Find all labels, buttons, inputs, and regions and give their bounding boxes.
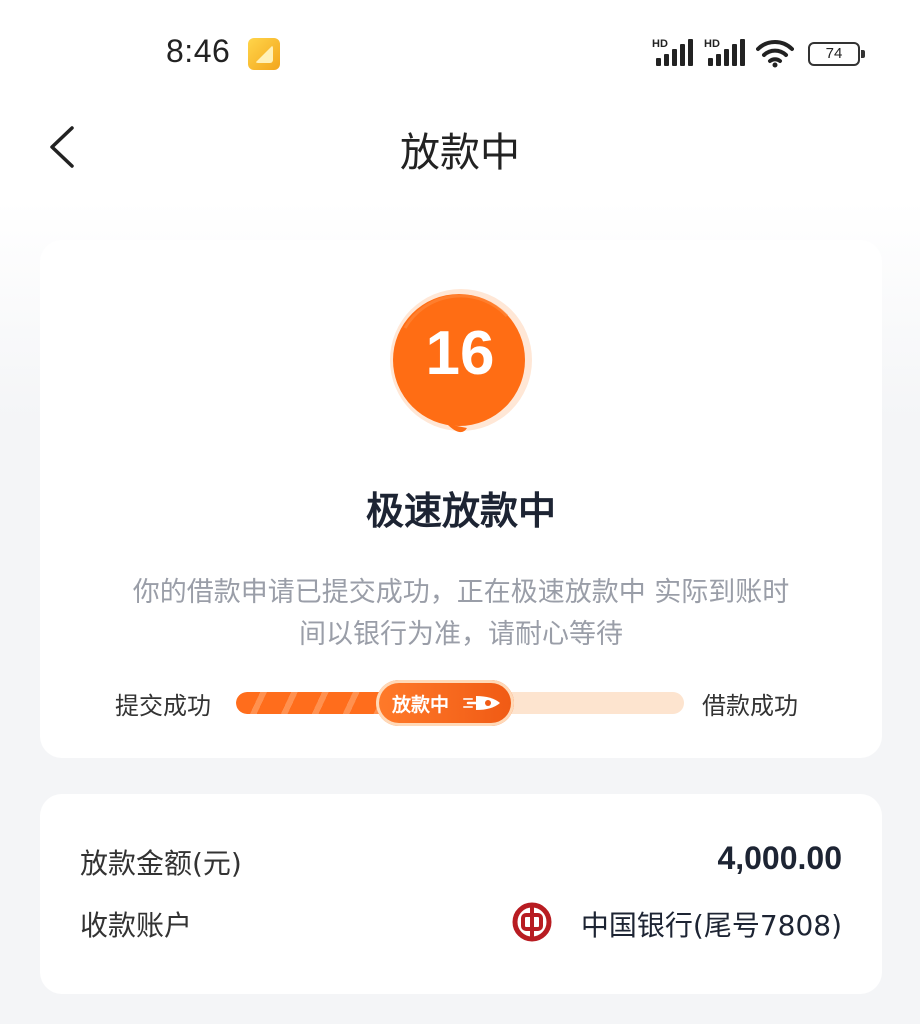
battery-icon: 74 [808, 42, 865, 66]
rocket-icon [463, 696, 500, 710]
battery-level: 74 [825, 45, 843, 62]
status-time: 8:46 [166, 33, 231, 69]
wifi-icon [756, 39, 794, 68]
status-bar: 8:46 HD HD 74 [0, 0, 920, 100]
countdown-badge: 16 [387, 288, 535, 436]
progress-current-label: 放款中 [392, 694, 450, 716]
signal-icon: HD [652, 38, 696, 68]
progress-end-label: 借款成功 [702, 692, 798, 720]
page-title: 放款中 [400, 130, 520, 176]
loan-progress: 提交成功 放款中 借款成功 [40, 680, 882, 726]
progress-start-label: 提交成功 [115, 692, 211, 720]
loan-details-card: 放款金额(元) 4,000.00 收款账户 中国银行(尾号7808) [40, 794, 882, 994]
notification-icon [248, 38, 280, 70]
amount-value: 4,000.00 [717, 840, 842, 876]
account-value: 中国银行(尾号7808) [580, 909, 842, 942]
amount-label: 放款金额(元) [80, 847, 242, 880]
progress-current-pill: 放款中 [376, 680, 514, 726]
loan-status-card: 16 极速放款中 你的借款申请已提交成功，正在极速放款中 实际到账时 间以银行为… [40, 240, 882, 758]
account-label: 收款账户 [80, 909, 193, 942]
status-headline: 极速放款中 [365, 489, 556, 533]
bank-of-china-icon [512, 902, 552, 942]
signal-icon: HD [704, 38, 748, 68]
status-description: 你的借款申请已提交成功，正在极速放款中 实际到账时 间以银行为准，请耐心等待 [132, 577, 790, 650]
account-row: 收款账户 中国银行(尾号7808) [80, 902, 842, 948]
amount-row: 放款金额(元) 4,000.00 [80, 840, 842, 886]
countdown-number: 16 [425, 319, 495, 388]
